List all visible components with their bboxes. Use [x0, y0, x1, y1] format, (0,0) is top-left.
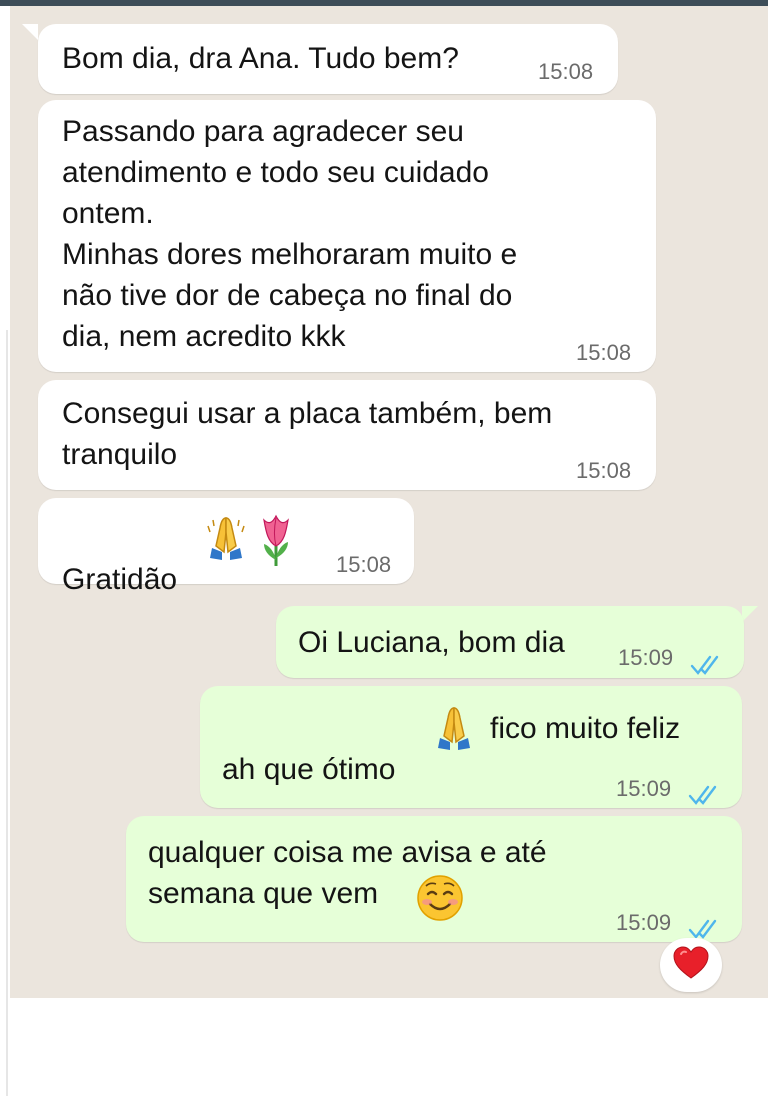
gratitude-text: Gratidão [62, 563, 178, 596]
message-text: qualquer coisa me avisa e até semana que… [148, 836, 547, 910]
message-time: 15:08 [336, 552, 392, 577]
outgoing-message-3[interactable]: qualquer coisa me avisa e até semana que… [126, 816, 742, 942]
bubble-tail-outgoing [742, 606, 758, 622]
incoming-message-4[interactable]: Gratidão 15:08 [38, 498, 414, 596]
message-text: Passando para agradecer seu atendimento … [62, 115, 518, 353]
message-text: Bom dia, dra Ana. Tudo bem? [62, 42, 459, 75]
message-time: 15:09 [618, 645, 674, 670]
message-time: 15:08 [538, 59, 594, 84]
message-text: Consegui usar a placa também, bem tranqu… [62, 397, 553, 471]
message-time: 15:08 [576, 340, 632, 365]
tulip-icon [254, 512, 298, 579]
outgoing-message-1[interactable]: Oi Luciana, bom dia 15:09 [276, 606, 744, 678]
read-receipt-icon [688, 776, 720, 817]
message-time: 15:09 [616, 776, 672, 801]
incoming-message-3[interactable]: Consegui usar a placa também, bem tranqu… [38, 380, 656, 490]
incoming-message-1[interactable]: Bom dia, dra Ana. Tudo bem? 15:08 [38, 24, 618, 94]
left-divider [6, 330, 8, 1096]
message-text: Gratidão [62, 518, 177, 600]
message-text: Oi Luciana, bom dia [298, 626, 565, 659]
bubble-tail-incoming [22, 24, 38, 40]
message-text: ah que ótimo [222, 708, 395, 790]
message-time: 15:08 [576, 458, 632, 483]
incoming-message-2[interactable]: Passando para agradecer seu atendimento … [38, 100, 656, 372]
message-time: 15:09 [616, 910, 672, 935]
message-text-start: ah que ótimo [222, 753, 396, 786]
red-heart-icon [672, 945, 710, 985]
folded-hands-icon [432, 702, 476, 765]
read-receipt-icon [690, 646, 722, 687]
message-text-end: fico muito feliz [490, 712, 681, 745]
reaction-badge[interactable] [660, 938, 722, 992]
outgoing-message-2[interactable]: ah que ótimo fico muito feliz 15:09 [200, 686, 742, 808]
smiling-face-icon [416, 874, 464, 933]
folded-hands-icon [204, 512, 248, 575]
